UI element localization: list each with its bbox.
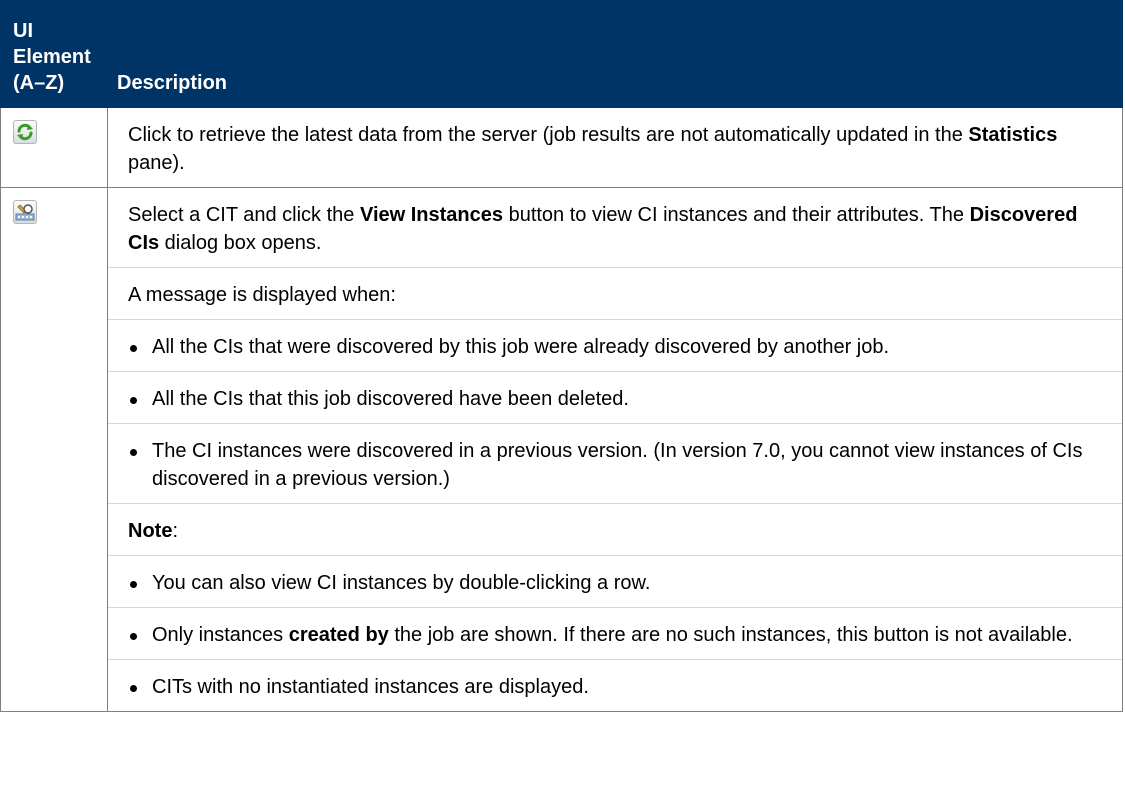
note-heading: Note: [108, 503, 1122, 555]
note-bullet-text: CITs with no instantiated instances are … [152, 676, 589, 698]
note-bullet-text: You can also view CI instances by double… [152, 572, 651, 594]
intro-text-b: button to view CI instances and their at… [503, 204, 970, 226]
list-item: You can also view CI instances by double… [108, 555, 1122, 607]
table-row: Select a CIT and click the View Instance… [0, 187, 1123, 712]
created-by-term: created by [288, 624, 389, 646]
message-bullet-text: The CI instances were discovered in a pr… [152, 440, 1083, 490]
statistics-term: Statistics [968, 124, 1058, 146]
note-label: Note [128, 520, 173, 542]
header-description: Description [107, 0, 1123, 108]
view-instances-term: View Instances [359, 204, 504, 226]
header-ui-element: UI Element (A–Z) [0, 0, 108, 108]
intro-text-a: Select a CIT and click the [128, 204, 360, 226]
bullet-icon [130, 581, 137, 588]
header-ui-element-line2: (A–Z) [13, 72, 65, 94]
note-bullet-text-a: Only instances [152, 624, 289, 646]
view-instances-icon[interactable] [13, 200, 37, 224]
message-intro: A message is displayed when: [108, 267, 1122, 319]
header-ui-element-line1: UI Element [13, 20, 91, 68]
table-header-row: UI Element (A–Z) Description [0, 0, 1123, 108]
table-row: Click to retrieve the latest data from t… [0, 107, 1123, 188]
list-item: Only instances created by the job are sh… [108, 607, 1122, 659]
note-bullet-text-b: the job are shown. If there are no such … [388, 624, 1073, 646]
bullet-icon [130, 633, 137, 640]
refresh-icon[interactable] [13, 120, 37, 144]
description-cell: Select a CIT and click the View Instance… [107, 187, 1123, 712]
bullet-icon [130, 397, 137, 404]
list-item: All the CIs that this job discovered hav… [108, 371, 1122, 423]
refresh-text-a: Click to retrieve the latest data from t… [128, 124, 969, 146]
bullet-icon [130, 449, 137, 456]
list-item: The CI instances were discovered in a pr… [108, 423, 1122, 503]
refresh-text-b: pane). [128, 152, 185, 174]
icon-cell [0, 187, 108, 712]
message-bullet-text: All the CIs that were discovered by this… [152, 336, 890, 358]
list-item: CITs with no instantiated instances are … [108, 659, 1122, 711]
message-bullet-text: All the CIs that this job discovered hav… [152, 388, 629, 410]
note-colon: : [172, 520, 179, 542]
view-instances-intro: Select a CIT and click the View Instance… [108, 188, 1122, 267]
bullet-icon [130, 345, 137, 352]
ui-element-table: UI Element (A–Z) Description Click to re… [0, 0, 1123, 712]
bullet-icon [130, 685, 137, 692]
icon-cell [0, 107, 108, 188]
refresh-description: Click to retrieve the latest data from t… [108, 108, 1122, 187]
description-cell: Click to retrieve the latest data from t… [107, 107, 1123, 188]
intro-text-c: dialog box opens. [159, 232, 322, 254]
list-item: All the CIs that were discovered by this… [108, 319, 1122, 371]
